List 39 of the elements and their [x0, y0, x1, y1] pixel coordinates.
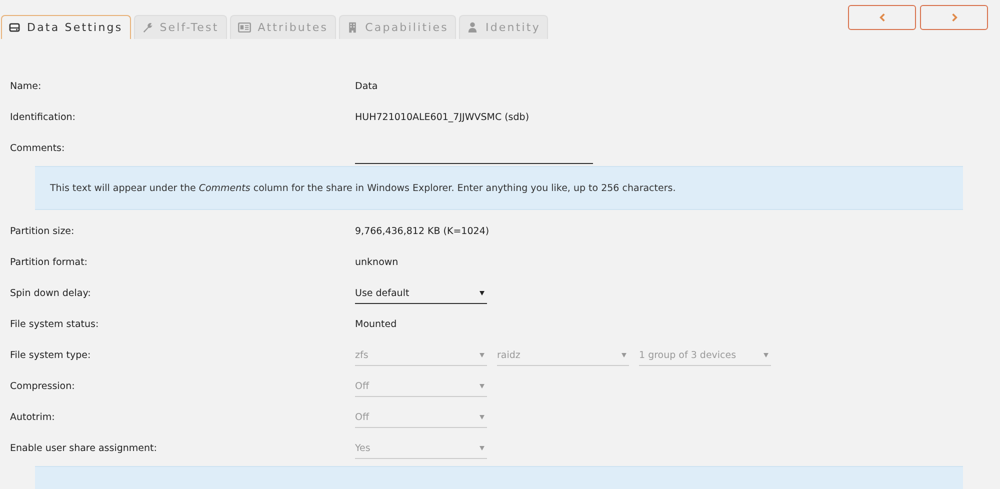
help-text: This text will appear under the Comments column for the share in Windows Explorer. Enter anything you like, up to 256 characters. [50, 182, 676, 194]
drive-icon [9, 22, 20, 33]
tab[interactable]: Data Settings [1, 15, 131, 39]
field-label: Identification: [10, 112, 76, 123]
field-label: Comments: [10, 143, 66, 154]
wrench-icon [142, 22, 153, 33]
caret-icon [479, 445, 485, 451]
caret-icon [479, 290, 485, 296]
field-label: Spin down delay: [10, 288, 92, 299]
field-value: Mounted [355, 319, 397, 330]
caret-icon [479, 383, 485, 389]
field-value: HUH721010ALE601_7JJWVSMC (sdb) [355, 112, 530, 123]
field-label: File system status: [10, 319, 100, 330]
field-label: File system type: [10, 350, 92, 361]
tab[interactable]: Capabilities [339, 15, 456, 39]
field-label: Name: [10, 81, 42, 92]
tab[interactable]: Self-Test [134, 15, 227, 39]
caret-icon [479, 414, 485, 420]
caret-icon [621, 352, 627, 358]
field-label: Partition format: [10, 257, 89, 268]
field-label: Partition size: [10, 226, 76, 237]
caret-icon [479, 352, 485, 358]
dropdown[interactable]: Use default [355, 284, 487, 304]
chevron-left-icon [878, 13, 886, 22]
field-value: unknown [355, 257, 398, 268]
id-card-icon [238, 22, 251, 33]
chevron-right-icon [950, 13, 958, 22]
field-label: Compression: [10, 381, 76, 392]
tab[interactable]: Identity [459, 15, 548, 39]
previous-button[interactable] [848, 5, 916, 30]
field-value: 9,766,436,812 KB (K=1024) [355, 226, 490, 237]
next-button[interactable] [920, 5, 988, 30]
field-label: Autotrim: [10, 412, 56, 423]
caret-icon [763, 352, 769, 358]
field-label: Enable user share assignment: [10, 443, 158, 454]
field-value: Data [355, 81, 378, 92]
user-icon [467, 22, 478, 33]
tab[interactable]: Attributes [230, 15, 336, 39]
building-icon [347, 22, 358, 33]
